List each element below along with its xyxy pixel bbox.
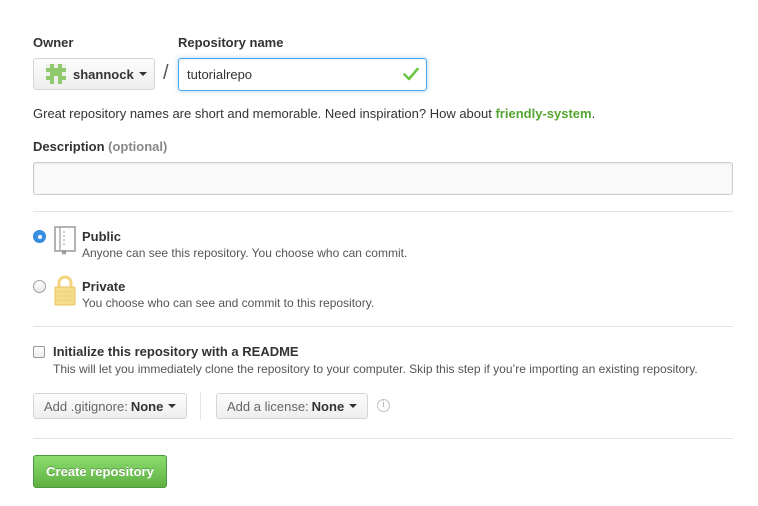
license-value: None — [311, 398, 345, 414]
private-desc: You choose who can see and commit to thi… — [82, 296, 375, 310]
owner-repo-separator: / — [163, 62, 169, 84]
info-icon[interactable]: i — [377, 399, 390, 412]
owner-label: Owner — [33, 35, 74, 50]
private-title: Private — [82, 279, 126, 294]
chevron-down-icon — [138, 72, 147, 76]
license-select[interactable]: Add a license: None — [216, 393, 369, 419]
name-suggestion-link[interactable]: friendly-system — [495, 106, 591, 121]
readme-checkbox[interactable] — [33, 346, 45, 358]
license-label: Add a license: — [227, 398, 309, 414]
public-title: Public — [82, 229, 122, 244]
repo-book-icon — [54, 226, 76, 255]
repo-name-input[interactable] — [178, 58, 427, 91]
divider — [33, 438, 733, 439]
private-radio[interactable] — [33, 280, 46, 293]
owner-select-button[interactable]: shannock — [33, 58, 155, 90]
gitignore-label: Add .gitignore: — [44, 398, 128, 414]
readme-label[interactable]: Initialize this repository with a README — [53, 344, 299, 359]
readme-desc: This will let you immediately clone the … — [53, 362, 698, 376]
description-label-text: Description — [33, 139, 105, 154]
divider — [33, 211, 733, 212]
avatar — [46, 64, 66, 84]
divider — [33, 326, 733, 327]
public-desc: Anyone can see this repository. You choo… — [82, 246, 408, 260]
check-icon — [403, 67, 419, 81]
lock-icon — [54, 275, 76, 306]
gitignore-value: None — [130, 398, 164, 414]
repo-name-hint: Great repository names are short and mem… — [33, 106, 595, 121]
public-radio[interactable] — [33, 230, 46, 243]
vertical-divider — [200, 392, 201, 420]
hint-text: Great repository names are short and mem… — [33, 106, 496, 121]
description-label: Description (optional) — [33, 139, 167, 154]
chevron-down-icon — [168, 404, 177, 408]
description-input[interactable] — [33, 162, 733, 195]
repo-name-label: Repository name — [178, 35, 284, 50]
optional-note: (optional) — [108, 139, 168, 154]
owner-name: shannock — [73, 66, 134, 82]
gitignore-select[interactable]: Add .gitignore: None — [33, 393, 188, 419]
chevron-down-icon — [349, 404, 358, 408]
hint-period: . — [591, 106, 596, 121]
create-repository-button[interactable]: Create repository — [33, 455, 167, 488]
